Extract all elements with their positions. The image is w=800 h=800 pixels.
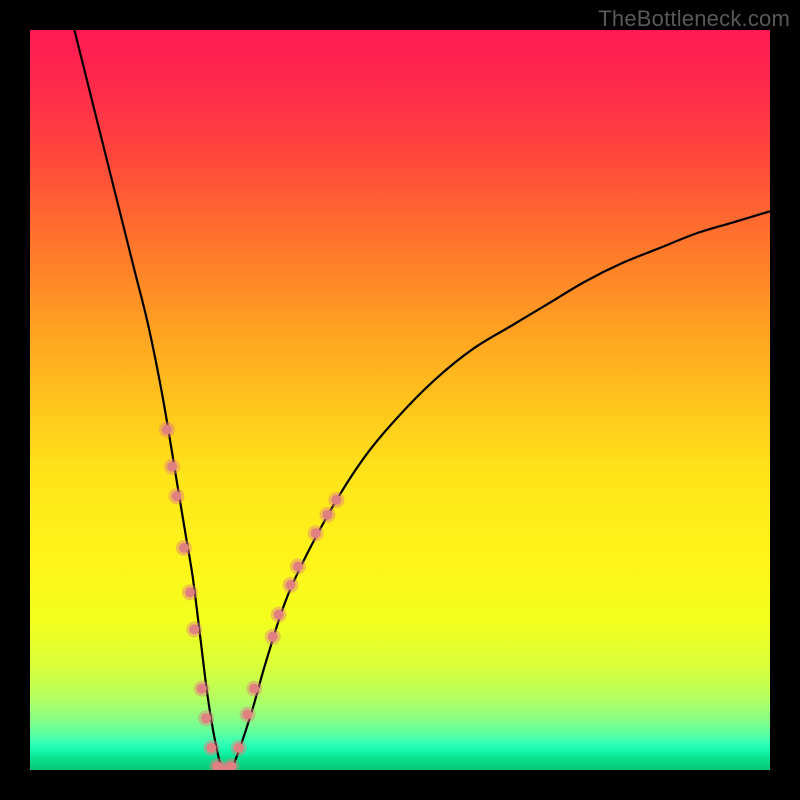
marker-dot [249,684,259,694]
marker-dot [189,624,199,634]
marker-dot [331,495,341,505]
marker-dot [179,543,189,553]
plot-area [30,30,770,770]
marker-dot [285,580,295,590]
gradient-background [30,30,770,770]
marker-dot [243,710,253,720]
marker-dot [274,610,284,620]
watermark-text: TheBottleneck.com [598,6,790,32]
marker-dot [197,684,207,694]
marker-dot [172,491,182,501]
marker-dot [322,510,332,520]
chart-svg [30,30,770,770]
chart-stage: TheBottleneck.com [0,0,800,800]
marker-dot [293,562,303,572]
marker-dot [268,632,278,642]
marker-dot [311,528,321,538]
marker-dot [234,743,244,753]
marker-dot [167,462,177,472]
marker-dot [185,587,195,597]
marker-dot [201,713,211,723]
marker-dot [162,425,172,435]
marker-dot [206,743,216,753]
